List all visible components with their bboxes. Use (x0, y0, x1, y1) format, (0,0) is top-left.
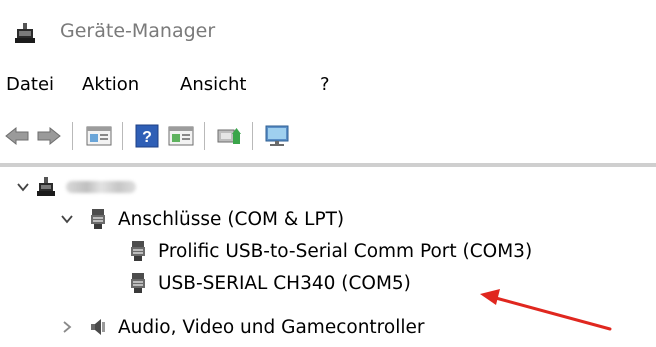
tree-node-label: Prolific USB-to-Serial Comm Port (COM3) (158, 240, 533, 262)
menu-ansicht[interactable]: Ansicht (180, 74, 246, 95)
tree-node-label: USB-SERIAL CH340 (COM5) (158, 272, 411, 294)
tree-node-audio[interactable]: Audio, Video und Gamecontroller (58, 309, 424, 345)
tree-node-label: Audio, Video und Gamecontroller (118, 316, 425, 338)
window-title: Geräte-Manager (60, 20, 216, 42)
properties-icon[interactable] (84, 122, 114, 150)
menu-bar: Datei Aktion Ansicht ? (0, 62, 656, 108)
tree-leaf-ch340[interactable]: USB-SERIAL CH340 (COM5) (128, 265, 411, 301)
toolbar-separator (204, 122, 205, 150)
chevron-down-icon[interactable] (14, 178, 32, 196)
toolbar: ? (0, 108, 656, 162)
help-icon[interactable]: ? (132, 122, 162, 150)
tree-node-ports[interactable]: Anschlüsse (COM & LPT) (58, 201, 344, 237)
tree-node-label: Anschlüsse (COM & LPT) (118, 208, 345, 230)
device-manager-icon (14, 22, 36, 44)
forward-arrow-icon[interactable] (34, 122, 64, 150)
speaker-icon (88, 316, 108, 338)
toolbar-separator (122, 122, 123, 150)
menu-help[interactable]: ? (320, 74, 330, 95)
toolbar-separator (252, 122, 253, 150)
chevron-right-icon[interactable] (58, 318, 76, 336)
tree-root[interactable] (14, 169, 136, 205)
port-icon (128, 272, 148, 294)
annotation-arrow-icon (480, 289, 612, 331)
computer-name-redacted (66, 181, 136, 193)
scan-hardware-icon[interactable] (214, 122, 244, 150)
back-arrow-icon[interactable] (2, 122, 32, 150)
monitor-icon[interactable] (262, 122, 292, 150)
port-icon (128, 240, 148, 262)
port-icon (88, 208, 108, 230)
toolbar-separator (72, 122, 73, 150)
title-bar: Geräte-Manager (0, 0, 656, 62)
computer-icon (36, 176, 56, 198)
update-driver-icon[interactable] (166, 122, 196, 150)
menu-aktion[interactable]: Aktion (82, 74, 139, 95)
chevron-down-icon[interactable] (58, 210, 76, 228)
tree-leaf-prolific[interactable]: Prolific USB-to-Serial Comm Port (COM3) (128, 233, 532, 269)
svg-text:?: ? (142, 129, 152, 146)
menu-datei[interactable]: Datei (6, 74, 54, 95)
